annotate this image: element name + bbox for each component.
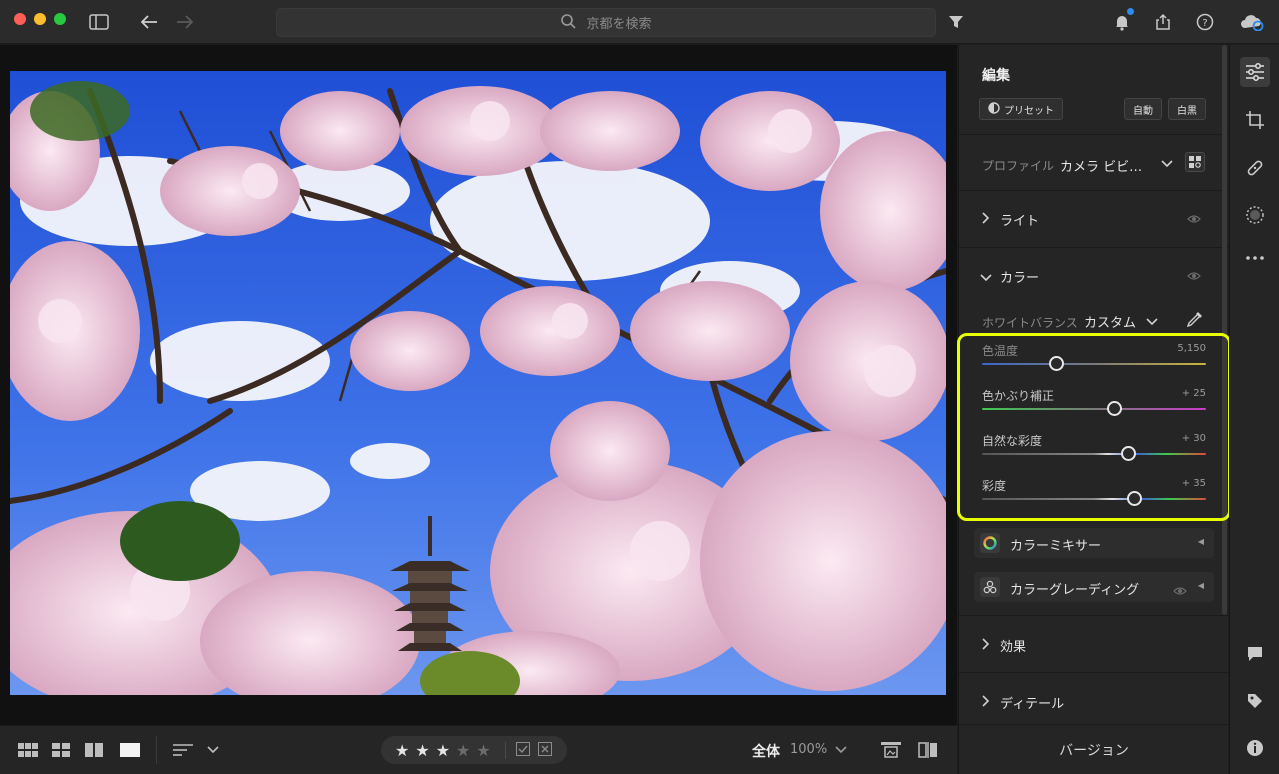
section-effects[interactable]: 効果 xyxy=(1000,636,1026,655)
svg-text:?: ? xyxy=(1202,18,1207,29)
help-icon[interactable]: ? xyxy=(1193,10,1217,34)
profile-chevron-down-icon[interactable] xyxy=(1161,157,1173,171)
color-grading-expand-icon[interactable]: ◀ xyxy=(1198,581,1204,590)
light-expand-chevron-icon[interactable] xyxy=(982,212,990,227)
share-icon[interactable] xyxy=(1151,10,1175,34)
bottom-toolbar: ★ ★ ★ ★ ★ 全体 100% xyxy=(0,725,957,774)
color-mixer-expand-icon[interactable]: ◀ xyxy=(1198,537,1204,546)
color-grading-card[interactable]: カラーグレーディング ◀ xyxy=(974,572,1214,602)
color-mixer-card[interactable]: カラーミキサー ◀ xyxy=(974,528,1214,558)
color-grading-eye-icon[interactable] xyxy=(1173,581,1187,600)
divider xyxy=(959,615,1229,616)
cherry-blossom-photo[interactable] xyxy=(10,71,946,695)
divider xyxy=(959,134,1229,135)
presets-button-label: プリセット xyxy=(1004,105,1054,117)
preset-icon xyxy=(988,101,1000,117)
filmstrip-toggle-icon[interactable] xyxy=(881,741,901,759)
zoom-window-button[interactable] xyxy=(54,13,66,25)
filter-icon[interactable] xyxy=(944,10,968,34)
auto-button[interactable]: 自動 xyxy=(1124,98,1162,120)
mask-icon[interactable] xyxy=(1240,200,1270,230)
black-white-button[interactable]: 白黒 xyxy=(1168,98,1206,120)
highlight-annotation xyxy=(957,333,1231,521)
profile-label: プロファイル xyxy=(982,159,1055,173)
color-collapse-chevron-icon[interactable] xyxy=(980,271,992,285)
effects-expand-chevron-icon[interactable] xyxy=(982,638,990,653)
versions-button-label: バージョン xyxy=(1059,742,1129,759)
section-detail[interactable]: ディテール xyxy=(1000,693,1064,712)
color-mixer-label: カラーミキサー xyxy=(1010,539,1102,554)
edit-panel-title: 編集 xyxy=(982,68,1010,84)
star-2[interactable]: ★ xyxy=(415,741,429,760)
cloud-icon[interactable] xyxy=(1237,10,1267,34)
close-window-button[interactable] xyxy=(14,13,26,25)
forward-arrow-icon[interactable] xyxy=(173,10,197,34)
sidebar-toggle-icon[interactable] xyxy=(87,10,111,34)
panel-scrollbar[interactable] xyxy=(1222,45,1227,615)
zoom-value[interactable]: 100% xyxy=(790,742,827,757)
color-grading-icon xyxy=(980,577,1000,597)
more-icon[interactable] xyxy=(1240,243,1270,273)
search-placeholder: 京都を検索 xyxy=(586,17,652,32)
star-1[interactable]: ★ xyxy=(395,741,409,760)
back-arrow-icon[interactable] xyxy=(137,10,161,34)
detail-view-icon[interactable] xyxy=(120,741,140,759)
pick-flag-icon[interactable] xyxy=(515,741,530,759)
light-visibility-eye-icon[interactable] xyxy=(1187,213,1201,227)
search-icon xyxy=(560,13,577,33)
section-light[interactable]: ライト xyxy=(1000,210,1039,229)
star-5[interactable]: ★ xyxy=(476,741,490,760)
grid-small-view-icon[interactable] xyxy=(52,741,70,759)
color-grading-label: カラーグレーディング xyxy=(1010,583,1140,598)
white-balance-chevron-down-icon[interactable] xyxy=(1146,315,1158,329)
comment-icon[interactable] xyxy=(1240,639,1270,669)
sort-icon[interactable] xyxy=(173,741,195,759)
eyedropper-icon[interactable] xyxy=(1186,310,1204,332)
versions-button[interactable]: バージョン xyxy=(959,724,1229,774)
before-after-icon[interactable] xyxy=(918,741,938,759)
divider xyxy=(959,190,1229,191)
profile-value[interactable]: カメラ ビビ… xyxy=(1060,156,1142,175)
color-visibility-eye-icon[interactable] xyxy=(1187,270,1201,284)
edit-sliders-icon[interactable] xyxy=(1240,57,1270,87)
compare-view-icon[interactable] xyxy=(85,741,103,759)
info-icon[interactable] xyxy=(1240,733,1270,763)
divider xyxy=(959,247,1229,248)
auto-button-label: 自動 xyxy=(1133,105,1153,117)
chevron-down-icon[interactable] xyxy=(207,741,219,759)
healing-icon[interactable] xyxy=(1240,153,1270,183)
star-4[interactable]: ★ xyxy=(456,741,470,760)
reject-flag-icon[interactable] xyxy=(537,741,552,759)
zoom-chevron-down-icon[interactable] xyxy=(835,741,847,759)
grid-large-view-icon[interactable] xyxy=(18,741,38,759)
photo-canvas xyxy=(0,45,957,725)
crop-icon[interactable] xyxy=(1240,105,1270,135)
profile-browser-icon[interactable] xyxy=(1185,152,1205,172)
white-balance-value[interactable]: カスタム xyxy=(1084,312,1136,331)
tool-strip xyxy=(1229,45,1279,774)
tag-icon[interactable] xyxy=(1240,686,1270,716)
notification-badge xyxy=(1127,8,1134,15)
star-3[interactable]: ★ xyxy=(436,741,450,760)
search-input[interactable]: 京都を検索 xyxy=(276,8,936,37)
minimize-window-button[interactable] xyxy=(34,13,46,25)
title-bar: 京都を検索 ? xyxy=(0,0,1279,44)
presets-button[interactable]: プリセット xyxy=(979,98,1063,120)
rating-control: ★ ★ ★ ★ ★ xyxy=(381,736,567,764)
section-color[interactable]: カラー xyxy=(1000,267,1039,286)
color-wheel-icon xyxy=(980,533,1000,553)
white-balance-label: ホワイトバランス xyxy=(982,316,1078,330)
toolbar-divider xyxy=(156,736,157,764)
zoom-fit-label[interactable]: 全体 xyxy=(752,741,780,761)
black-white-button-label: 白黒 xyxy=(1177,105,1197,117)
divider xyxy=(959,672,1229,673)
detail-expand-chevron-icon[interactable] xyxy=(982,695,990,710)
